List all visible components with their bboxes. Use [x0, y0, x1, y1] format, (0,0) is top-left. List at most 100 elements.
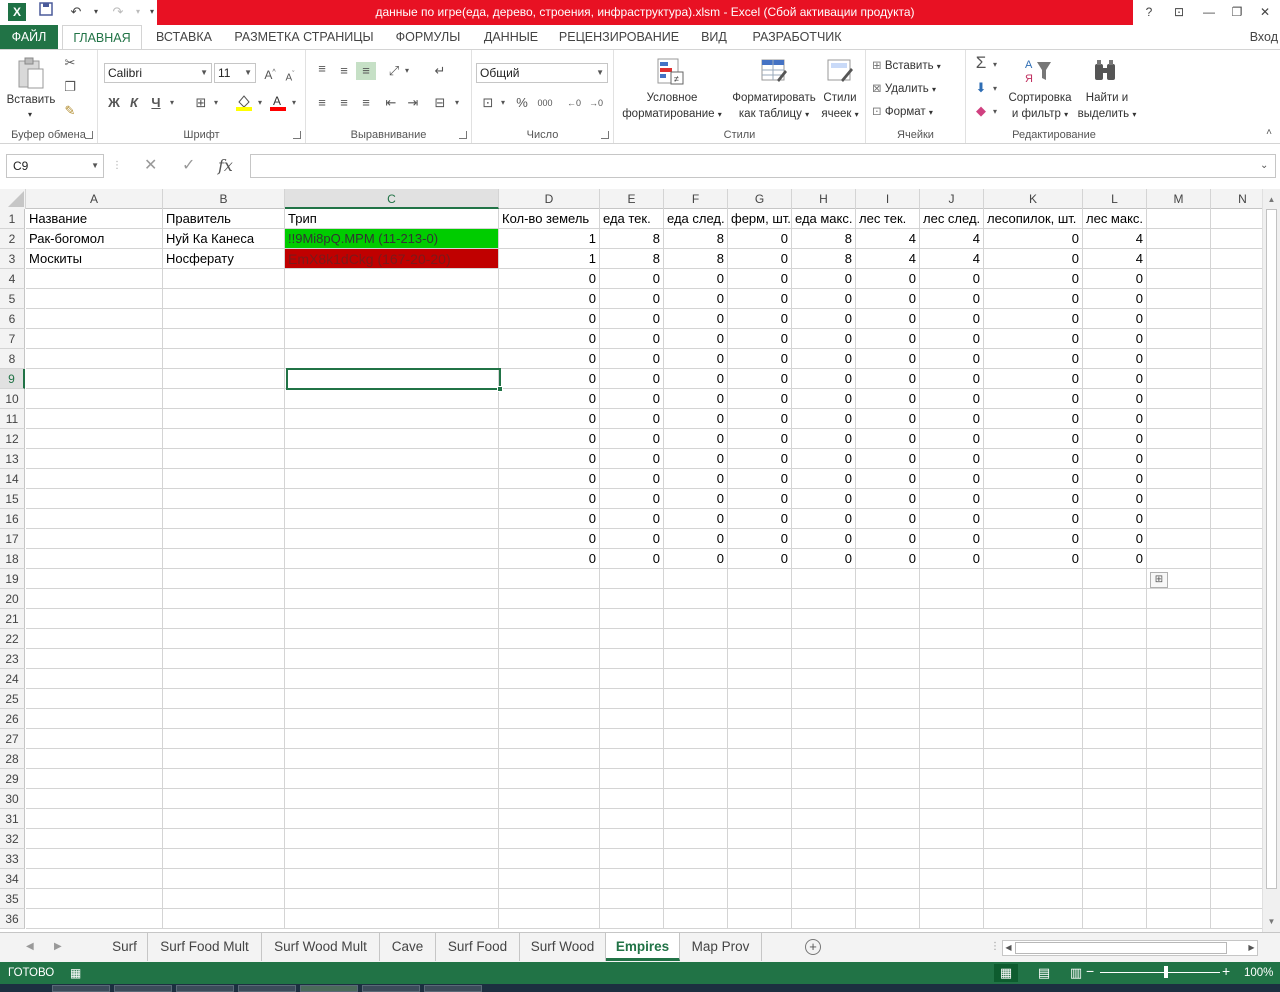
cell-e14[interactable]: 0 — [600, 469, 664, 489]
align-left-icon[interactable]: ≡ — [314, 94, 330, 112]
cell-g13[interactable]: 0 — [728, 449, 792, 469]
cell-g11[interactable]: 0 — [728, 409, 792, 429]
cell-c3[interactable]: EmX8k1dCkg (167-20-20) — [285, 249, 499, 269]
cell-g8[interactable]: 0 — [728, 349, 792, 369]
cell-j11[interactable]: 0 — [920, 409, 984, 429]
cell-f28[interactable] — [664, 749, 728, 769]
cell-m32[interactable] — [1147, 829, 1211, 849]
cell-f20[interactable] — [664, 589, 728, 609]
cell-h3[interactable]: 8 — [792, 249, 856, 269]
cell-m16[interactable] — [1147, 509, 1211, 529]
font-launcher-icon[interactable] — [293, 131, 301, 139]
cell-a30[interactable] — [26, 789, 163, 809]
cell-h5[interactable]: 0 — [792, 289, 856, 309]
row-header[interactable]: 28 — [0, 749, 25, 769]
tab-formulas[interactable]: ФОРМУЛЫ — [386, 25, 470, 49]
excel-app-icon[interactable]: X — [8, 3, 26, 21]
taskbar-button[interactable] — [238, 985, 296, 992]
cell-h29[interactable] — [792, 769, 856, 789]
cell-i9[interactable]: 0 — [856, 369, 920, 389]
insert-cells-button[interactable]: ⊞ Вставить ▾ — [872, 58, 962, 72]
cell-i28[interactable] — [856, 749, 920, 769]
cell-a13[interactable] — [26, 449, 163, 469]
cell-i20[interactable] — [856, 589, 920, 609]
name-box[interactable]: C9 ▼ — [6, 154, 104, 178]
sort-filter-button[interactable]: и фильтр ▾ — [1002, 108, 1078, 120]
conditional-formatting-button[interactable]: форматирование ▾ — [616, 108, 728, 120]
zoom-slider[interactable] — [1100, 966, 1220, 978]
cell-a25[interactable] — [26, 689, 163, 709]
cell-e31[interactable] — [600, 809, 664, 829]
tab-insert[interactable]: ВСТАВКА — [146, 25, 222, 49]
cell-c16[interactable] — [285, 509, 499, 529]
cell-g1[interactable]: ферм, шт. — [728, 209, 792, 229]
cell-c15[interactable] — [285, 489, 499, 509]
cell-a11[interactable] — [26, 409, 163, 429]
cell-i23[interactable] — [856, 649, 920, 669]
cell-d9[interactable]: 0 — [499, 369, 600, 389]
cell-k19[interactable] — [984, 569, 1083, 589]
font-size-combo[interactable]: 11 ▼ — [214, 63, 256, 83]
fill-color-dropdown-icon[interactable]: ▾ — [254, 94, 266, 112]
cell-e19[interactable] — [600, 569, 664, 589]
cell-k30[interactable] — [984, 789, 1083, 809]
cell-c1[interactable]: Трип — [285, 209, 499, 229]
cell-b17[interactable] — [163, 529, 285, 549]
row-header[interactable]: 5 — [0, 289, 25, 309]
sheet-tab-surf-food[interactable]: Surf Food — [436, 933, 520, 961]
borders-dropdown-icon[interactable]: ▾ — [210, 94, 222, 112]
zoom-in-icon[interactable]: + — [1222, 963, 1230, 979]
cell-h26[interactable] — [792, 709, 856, 729]
cell-f16[interactable]: 0 — [664, 509, 728, 529]
cell-n20[interactable] — [1211, 589, 1262, 609]
cell-i22[interactable] — [856, 629, 920, 649]
cell-d18[interactable]: 0 — [499, 549, 600, 569]
cell-g16[interactable]: 0 — [728, 509, 792, 529]
cell-e28[interactable] — [600, 749, 664, 769]
cell-h23[interactable] — [792, 649, 856, 669]
cell-e30[interactable] — [600, 789, 664, 809]
underline-button[interactable]: Ч — [148, 94, 164, 112]
alignment-launcher-icon[interactable] — [459, 131, 467, 139]
cell-g17[interactable]: 0 — [728, 529, 792, 549]
cell-g6[interactable]: 0 — [728, 309, 792, 329]
cell-h7[interactable]: 0 — [792, 329, 856, 349]
row-header[interactable]: 33 — [0, 849, 25, 869]
cell-e27[interactable] — [600, 729, 664, 749]
cell-l22[interactable] — [1083, 629, 1147, 649]
tab-split-icon[interactable]: ⋮ — [990, 941, 1000, 952]
cell-l11[interactable]: 0 — [1083, 409, 1147, 429]
row-header[interactable]: 8 — [0, 349, 25, 369]
cell-j32[interactable] — [920, 829, 984, 849]
cell-l18[interactable]: 0 — [1083, 549, 1147, 569]
cancel-entry-icon[interactable]: ✕ — [144, 154, 157, 178]
cell-b27[interactable] — [163, 729, 285, 749]
cell-a34[interactable] — [26, 869, 163, 889]
cell-b2[interactable]: Нуй Ка Канеса — [163, 229, 285, 249]
font-color-dropdown-icon[interactable]: ▾ — [288, 94, 300, 112]
cell-l35[interactable] — [1083, 889, 1147, 909]
cell-b18[interactable] — [163, 549, 285, 569]
tab-review[interactable]: РЕЦЕНЗИРОВАНИЕ — [552, 25, 686, 49]
cell-i29[interactable] — [856, 769, 920, 789]
cell-c29[interactable] — [285, 769, 499, 789]
cell-k8[interactable]: 0 — [984, 349, 1083, 369]
cell-j12[interactable]: 0 — [920, 429, 984, 449]
increase-decimal-icon[interactable]: ←0 — [564, 94, 584, 112]
cell-n11[interactable] — [1211, 409, 1262, 429]
cell-j31[interactable] — [920, 809, 984, 829]
cell-b3[interactable]: Носферату — [163, 249, 285, 269]
cell-h12[interactable]: 0 — [792, 429, 856, 449]
cell-h14[interactable]: 0 — [792, 469, 856, 489]
font-name-combo[interactable]: Calibri ▼ — [104, 63, 212, 83]
vertical-scroll-thumb[interactable] — [1266, 209, 1277, 889]
sheet-tab-surf-food-mult[interactable]: Surf Food Mult — [148, 933, 262, 961]
cell-k14[interactable]: 0 — [984, 469, 1083, 489]
formula-bar-grip-icon[interactable]: ⋮ — [112, 160, 122, 172]
row-header[interactable]: 20 — [0, 589, 25, 609]
cell-a22[interactable] — [26, 629, 163, 649]
enter-entry-icon[interactable]: ✓ — [182, 154, 195, 178]
zoom-out-icon[interactable]: − — [1086, 963, 1094, 979]
cell-n24[interactable] — [1211, 669, 1262, 689]
cell-d23[interactable] — [499, 649, 600, 669]
